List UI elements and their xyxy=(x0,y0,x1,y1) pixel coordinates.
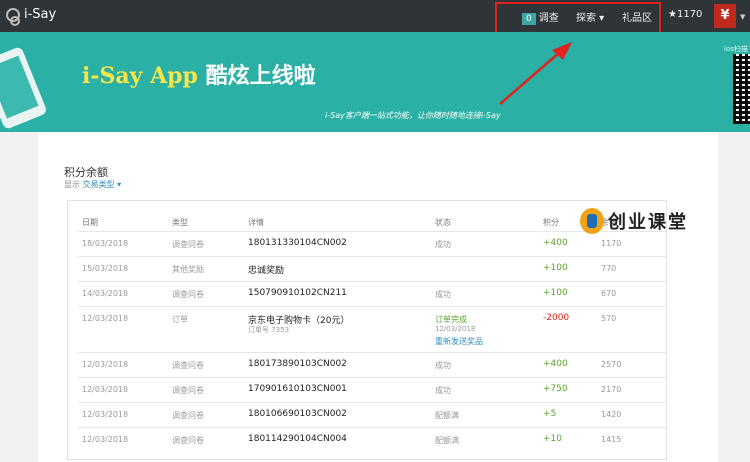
annotation-arrow-icon xyxy=(499,42,572,105)
